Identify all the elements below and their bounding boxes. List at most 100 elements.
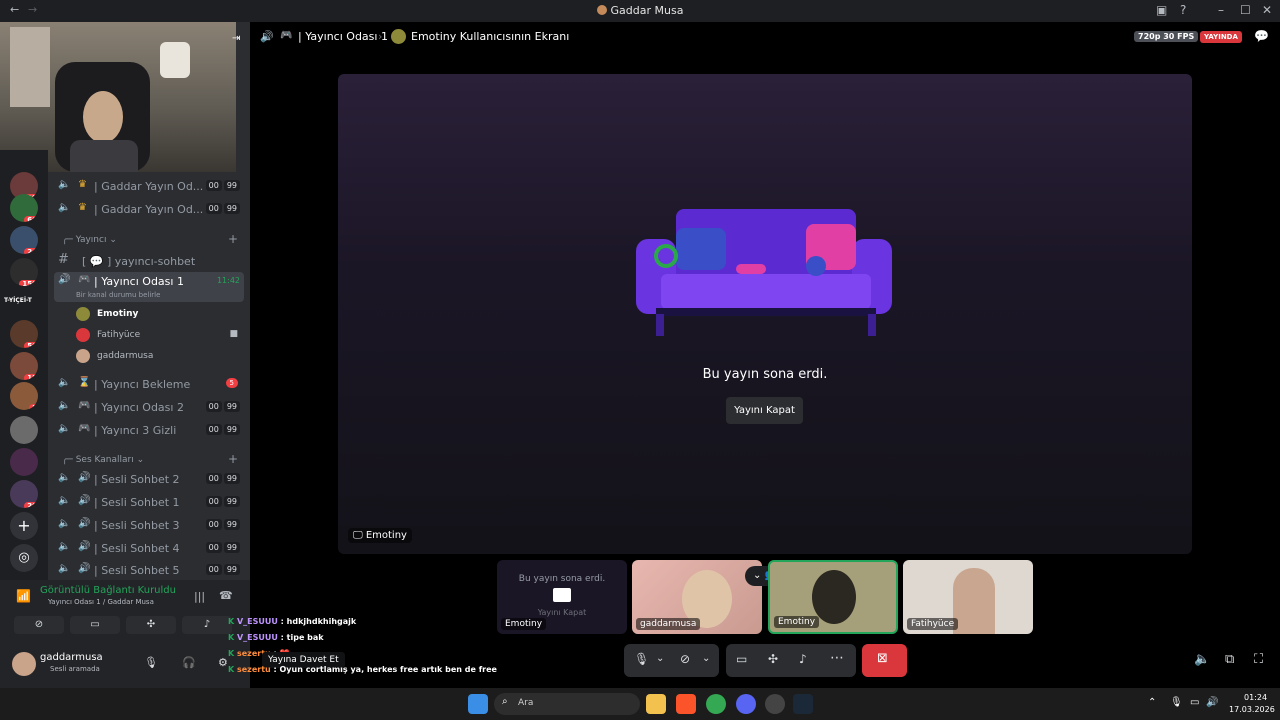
participant-tile[interactable]: Fatihyüce xyxy=(903,560,1033,634)
add-channel-icon[interactable]: + xyxy=(228,232,238,246)
help-icon[interactable]: ? xyxy=(1180,3,1186,17)
channel-status[interactable]: Bir kanal durumu belirle xyxy=(76,291,160,299)
channel-count: 00 99 xyxy=(204,424,240,435)
count-b: 99 xyxy=(223,496,240,507)
camera-off-icon[interactable]: ⊘ xyxy=(680,652,690,666)
tray-mic-icon[interactable]: 🎙 xyxy=(1170,697,1183,708)
chat-message: K sezertu : Oyun cortlamış ya, herkes fr… xyxy=(228,665,497,674)
camera-off-button[interactable]: ⊘ xyxy=(14,616,64,634)
server-icon[interactable]: 24 xyxy=(10,226,38,254)
leave-call-button[interactable]: ⊠ xyxy=(862,644,907,677)
microphone-icon[interactable]: 🎙 xyxy=(634,652,649,666)
channel-item[interactable]: 🔈 ⌛ | Yayıncı Bekleme 5 xyxy=(54,375,244,395)
channel-item[interactable]: 🔈 🔊 | Sesli Sohbet 5 00 99 xyxy=(54,561,244,581)
server-icon[interactable]: 5 xyxy=(10,382,38,410)
search-box[interactable]: ⌕ Ara xyxy=(494,693,640,715)
add-channel-icon[interactable]: + xyxy=(228,452,238,466)
chevron-down-icon[interactable]: ⌄ xyxy=(702,653,710,664)
soundboard-icon[interactable]: ♪ xyxy=(799,652,807,666)
participant-tile[interactable]: Emotiny xyxy=(768,560,898,634)
avatar xyxy=(76,349,90,363)
voice-user[interactable]: Fatihyüce ■ xyxy=(76,328,238,346)
steam-icon[interactable] xyxy=(793,694,813,714)
speaker-icon: 🔈 xyxy=(58,423,71,434)
server-folder-label[interactable]: T-YİÇEİ-T xyxy=(4,297,32,304)
channel-item[interactable]: 🔈 🎮 | Yayıncı 3 Gizli 00 99 xyxy=(54,421,244,441)
channel-name: | Sesli Sohbet 3 xyxy=(94,519,180,532)
participant-tile[interactable]: Bu yayın sona erdi. Yayını Kapat Emotiny xyxy=(497,560,627,634)
settings-gear-icon[interactable]: ⚙ xyxy=(218,656,228,669)
start-icon[interactable] xyxy=(468,694,488,714)
speaker-icon: 🔈 xyxy=(58,179,71,190)
count-a: 00 xyxy=(205,203,222,214)
server-icon[interactable]: 66 xyxy=(10,194,38,222)
noise-suppression-icon[interactable]: ||| xyxy=(194,590,205,603)
category-yayinci[interactable]: ╭─ Yayıncı ⌄ xyxy=(62,235,117,245)
discord-icon[interactable] xyxy=(736,694,756,714)
network-icon[interactable]: ▭ xyxy=(1190,697,1199,708)
participant-tile[interactable]: gaddarmusa xyxy=(632,560,762,634)
server-icon[interactable]: 20 xyxy=(10,480,38,508)
screen-share-icon[interactable]: ▭ xyxy=(736,652,747,666)
tray-chevron-icon[interactable]: ⌃ xyxy=(1148,697,1156,708)
channel-item[interactable]: 🔈 🎮 | Yayıncı Odası 2 00 99 xyxy=(54,398,244,418)
minimize-icon[interactable]: – xyxy=(1218,3,1224,17)
channel-name: | Yayıncı 3 Gizli xyxy=(94,424,177,437)
chrome-icon[interactable] xyxy=(706,694,726,714)
chat-icon[interactable]: 💬 xyxy=(1254,29,1269,43)
brave-icon[interactable] xyxy=(676,694,696,714)
username[interactable]: gaddarmusa xyxy=(40,652,103,663)
channel-item[interactable]: 🔈 ♛ | Gaddar Yayın Od... 00 99 xyxy=(54,177,244,197)
activities-icon[interactable]: ✣ xyxy=(768,652,778,666)
volume-icon[interactable]: 🔊 xyxy=(1206,697,1218,708)
popout-icon[interactable]: ⧉ xyxy=(1225,652,1234,667)
category-ses[interactable]: ╭─ Ses Kanalları ⌄ xyxy=(62,455,144,465)
close-icon[interactable]: ✕ xyxy=(1262,3,1272,17)
disconnect-icon[interactable]: ☎ xyxy=(219,589,233,602)
app-icon[interactable] xyxy=(765,694,785,714)
close-stream-button[interactable]: Yayını Kapat xyxy=(726,397,803,424)
tile-label: gaddarmusa xyxy=(636,618,701,630)
connection-status[interactable]: Görüntülü Bağlantı Kuruldu xyxy=(40,585,176,596)
fullscreen-icon[interactable]: ⛶ xyxy=(1254,652,1263,667)
discover-icon[interactable]: ◎ xyxy=(10,544,38,572)
inbox-icon[interactable]: ▣ xyxy=(1156,3,1167,17)
server-icon[interactable]: 56 xyxy=(10,320,38,348)
channel-item[interactable]: 🔈 ♛ | Gaddar Yayın Od... 00 99 xyxy=(54,200,244,220)
channel-count: 00 99 xyxy=(204,519,240,530)
channel-item[interactable]: 🔈 🔊 | Sesli Sohbet 4 00 99 xyxy=(54,539,244,559)
collapse-icon[interactable]: ⇥ xyxy=(232,33,240,44)
header-channel-name[interactable]: | Yayıncı Odası 1 xyxy=(298,30,388,43)
server-icon[interactable]: 15 xyxy=(10,352,38,380)
text-channel-item[interactable]: # [ 💬 ] yayıncı-sohbet xyxy=(54,252,244,272)
clock-time[interactable]: 01:24 xyxy=(1244,693,1267,702)
activities-button[interactable]: ✣ xyxy=(126,616,176,634)
count-a: 00 xyxy=(205,401,222,412)
microphone-icon[interactable]: 🎙 xyxy=(144,656,158,669)
count-b: 99 xyxy=(223,473,240,484)
screen-share-button[interactable]: ▭ xyxy=(70,616,120,634)
more-options-icon[interactable]: ⋯ xyxy=(830,650,844,666)
server-icon[interactable] xyxy=(10,448,38,476)
channel-item[interactable]: 🔈 🔊 | Sesli Sohbet 1 00 99 xyxy=(54,493,244,513)
window-titlebar: ← → Gaddar Musa ▣ ? – ☐ ✕ xyxy=(0,0,1280,22)
server-icon[interactable]: 150 xyxy=(10,258,38,286)
add-server-icon[interactable]: + xyxy=(10,512,38,540)
maximize-icon[interactable]: ☐ xyxy=(1240,3,1251,17)
server-icon[interactable] xyxy=(10,416,38,444)
channel-name: | Sesli Sohbet 1 xyxy=(94,496,180,509)
avatar[interactable] xyxy=(12,652,36,676)
chevron-down-icon[interactable]: ⌄ xyxy=(656,653,664,664)
channel-item[interactable]: 🔈 🔊 | Sesli Sohbet 2 00 99 xyxy=(54,470,244,490)
active-channel-item[interactable]: 🔊 🎮 | Yayıncı Odası 1 11:42 Bir kanal dur… xyxy=(54,272,244,302)
clock-date[interactable]: 17.03.2026 xyxy=(1229,705,1275,714)
soundboard-button[interactable]: ♪ xyxy=(182,616,232,634)
connection-location[interactable]: Yayıncı Odası 1 / Gaddar Musa xyxy=(48,598,154,606)
volume-icon[interactable]: 🔈 xyxy=(1194,652,1210,667)
speaker-icon: 🔊 xyxy=(260,30,274,43)
count-b: 99 xyxy=(223,424,240,435)
headset-icon[interactable]: 🎧 xyxy=(182,656,196,669)
file-explorer-icon[interactable] xyxy=(646,694,666,714)
hourglass-icon: ⌛ xyxy=(78,377,91,388)
channel-item[interactable]: 🔈 🔊 | Sesli Sohbet 3 00 99 xyxy=(54,516,244,536)
